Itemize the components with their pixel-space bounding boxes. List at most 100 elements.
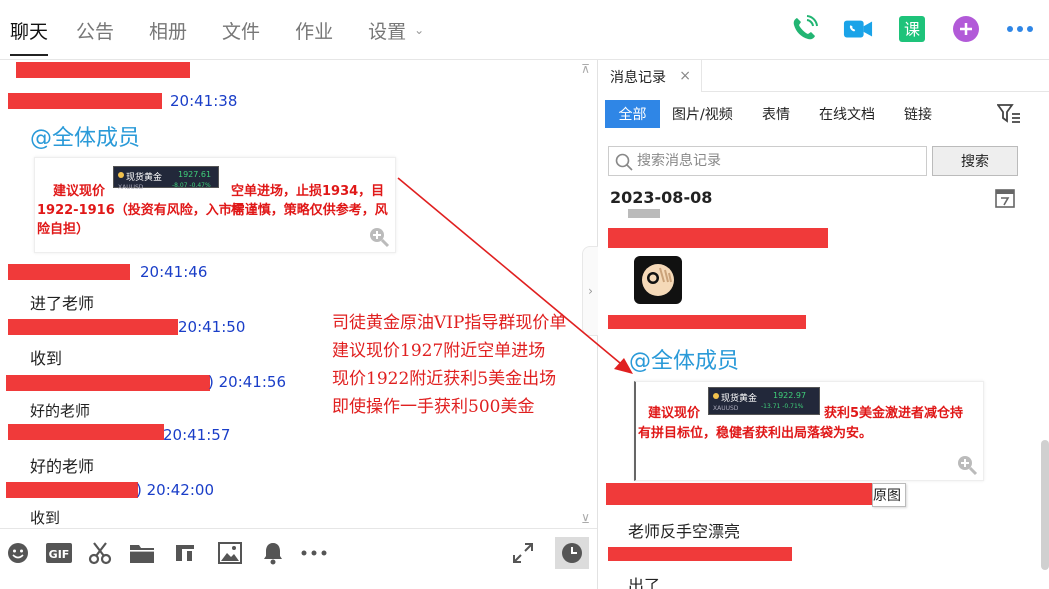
chevron-right-icon: ›	[588, 284, 593, 298]
message-time: ) 20:41:56	[208, 373, 286, 391]
annotation-line: 建议现价1927附近空单进场	[332, 341, 546, 361]
history-search-box[interactable]	[608, 146, 927, 176]
card-text-line2: 1922-1916（投资有风险，入市需谨慎，策略仅供参考，风	[37, 203, 388, 218]
ticker-name: 现货黄金	[126, 173, 163, 183]
tab-chat[interactable]: 聊天	[10, 0, 49, 60]
tab-message-history[interactable]: 消息记录 ×	[598, 60, 702, 92]
expand-icon[interactable]	[511, 541, 535, 565]
filter-stickers[interactable]: 表情	[762, 100, 790, 128]
history-list[interactable]: @全体成员 现货黄金 XAUUSD 1922.97 -13.71 -0.71% …	[598, 208, 1049, 589]
video-call-icon[interactable]	[843, 14, 873, 44]
tab-label: 聊天	[10, 20, 49, 43]
annotation-line: 现价1922附近获利5美金出场	[332, 369, 557, 389]
gif-label: GIF	[49, 548, 70, 561]
view-original-tooltip[interactable]: 原图	[872, 483, 906, 507]
signal-image-card[interactable]: 现货黄金 XAUUSD 1922.97 -13.71 -0.71% 建议现价 获…	[634, 381, 984, 481]
top-actions: 课	[765, 14, 1035, 44]
signal-image-card[interactable]: 现货黄金 XAUUSD 1927.61 -8.07 -0.47% 建议现价 空单…	[34, 157, 396, 253]
zoom-in-icon[interactable]	[956, 454, 978, 476]
tooltip-text: 原图	[873, 488, 901, 504]
message-time: ) 20:42:00	[136, 481, 214, 499]
redacted-sender	[8, 424, 164, 440]
close-icon[interactable]: ×	[679, 68, 691, 84]
at-all-mention[interactable]: @全体成员	[30, 120, 140, 152]
ticker-price: 1927.61	[178, 170, 212, 179]
search-icon	[615, 153, 633, 171]
filter-online-docs[interactable]: 在线文档	[819, 100, 875, 128]
zoom-in-icon[interactable]	[368, 226, 390, 248]
ticker-snapshot: 现货黄金 XAUUSD 1927.61 -8.07 -0.47%	[113, 166, 219, 191]
scroll-up-icon[interactable]: ⊼	[581, 62, 590, 76]
search-input[interactable]	[637, 149, 922, 173]
ticker-price: 1922.97	[773, 391, 807, 400]
add-app-icon[interactable]	[951, 14, 981, 44]
redacted-sender	[608, 228, 828, 248]
more-icon[interactable]	[1005, 14, 1035, 44]
input-toolbar: GIF	[0, 528, 597, 589]
redacted-sender	[6, 375, 210, 391]
ticker-change: -8.07 -0.47%	[172, 182, 211, 189]
tab-homework[interactable]: 作业	[295, 0, 333, 60]
filter-icon[interactable]	[997, 104, 1021, 124]
at-all-mention[interactable]: @全体成员	[629, 343, 739, 375]
filter-all[interactable]: 全部	[605, 100, 660, 128]
gold-dot-icon	[118, 172, 124, 178]
card-text-tail: 获利5美金激进者减仓持	[824, 406, 964, 421]
top-tab-bar: 聊天 公告 相册 文件 作业 设置 ⌄ 课	[0, 0, 1049, 60]
more-dots-icon[interactable]	[301, 541, 327, 565]
tab-announcement[interactable]: 公告	[76, 0, 114, 60]
gif-icon[interactable]: GIF	[46, 541, 72, 565]
filter-media[interactable]: 图片/视频	[672, 100, 733, 128]
history-clock-icon[interactable]	[555, 537, 589, 569]
main-tabs: 聊天 公告 相册 文件 作业 设置 ⌄	[0, 0, 424, 60]
redacted-sender	[16, 62, 190, 78]
filter-links[interactable]: 链接	[904, 100, 932, 128]
message-text: 好的老师	[30, 402, 91, 420]
message-time: 20:41:46	[140, 263, 208, 281]
message-history-panel: 消息记录 × 全部 图片/视频 表情 在线文档 链接 搜索 2023-08-08…	[598, 60, 1049, 589]
tab-label: 作业	[295, 20, 334, 43]
music-icon[interactable]	[173, 541, 197, 565]
annotation-line: 司徒黄金原油VIP指导群现价单	[332, 313, 567, 333]
redacted-sender	[6, 482, 138, 498]
phone-icon[interactable]	[789, 14, 819, 44]
folder-icon[interactable]	[129, 541, 155, 565]
card-text-start: 建议现价	[53, 184, 106, 199]
calendar-icon[interactable]	[995, 188, 1015, 208]
history-scrollbar[interactable]	[1041, 440, 1049, 570]
ticker-sub: XAUUSD	[713, 405, 739, 412]
card-text-line3: 险自担）	[37, 222, 90, 237]
lesson-icon-text: 课	[904, 20, 920, 39]
message-text: 进了老师	[30, 294, 95, 313]
gold-dot-icon	[713, 393, 719, 399]
ticker-change: -13.71 -0.71%	[761, 403, 804, 410]
message-time: 20:41:57	[163, 426, 231, 444]
tab-label: 设置	[368, 20, 407, 43]
tab-settings[interactable]: 设置 ⌄	[368, 0, 424, 60]
collapse-panel-handle[interactable]: ›	[582, 246, 598, 336]
lesson-icon[interactable]: 课	[897, 14, 927, 44]
ticker-name: 现货黄金	[721, 394, 758, 404]
tab-album[interactable]: 相册	[149, 0, 187, 60]
search-button[interactable]: 搜索	[932, 146, 1018, 176]
bell-icon[interactable]	[261, 541, 285, 565]
ticker-sub: XAUUSD	[118, 184, 144, 191]
scroll-down-icon[interactable]: ⊻	[581, 512, 590, 526]
chat-pane[interactable]: ⊼ 20:41:38 @全体成员 现货黄金 XAUUSD 1927.61 -8.…	[0, 60, 598, 528]
tab-files[interactable]: 文件	[222, 0, 260, 60]
history-tab-bar: 消息记录 ×	[598, 60, 1049, 92]
message-text: 收到	[30, 509, 61, 527]
message-text: 出了	[628, 576, 661, 589]
redacted-sender	[8, 93, 162, 109]
cut-text-fragment	[628, 209, 660, 218]
date-heading: 2023-08-08	[610, 188, 713, 207]
scissors-icon[interactable]	[88, 541, 112, 565]
redacted-sender	[606, 483, 874, 505]
tab-label: 文件	[222, 20, 261, 43]
ok-hand-sticker[interactable]	[634, 256, 682, 304]
emoji-icon[interactable]	[6, 541, 30, 565]
redacted-sender	[8, 319, 178, 335]
tab-label: 公告	[76, 20, 115, 43]
redacted-sender	[608, 315, 806, 329]
image-icon[interactable]	[218, 541, 242, 565]
